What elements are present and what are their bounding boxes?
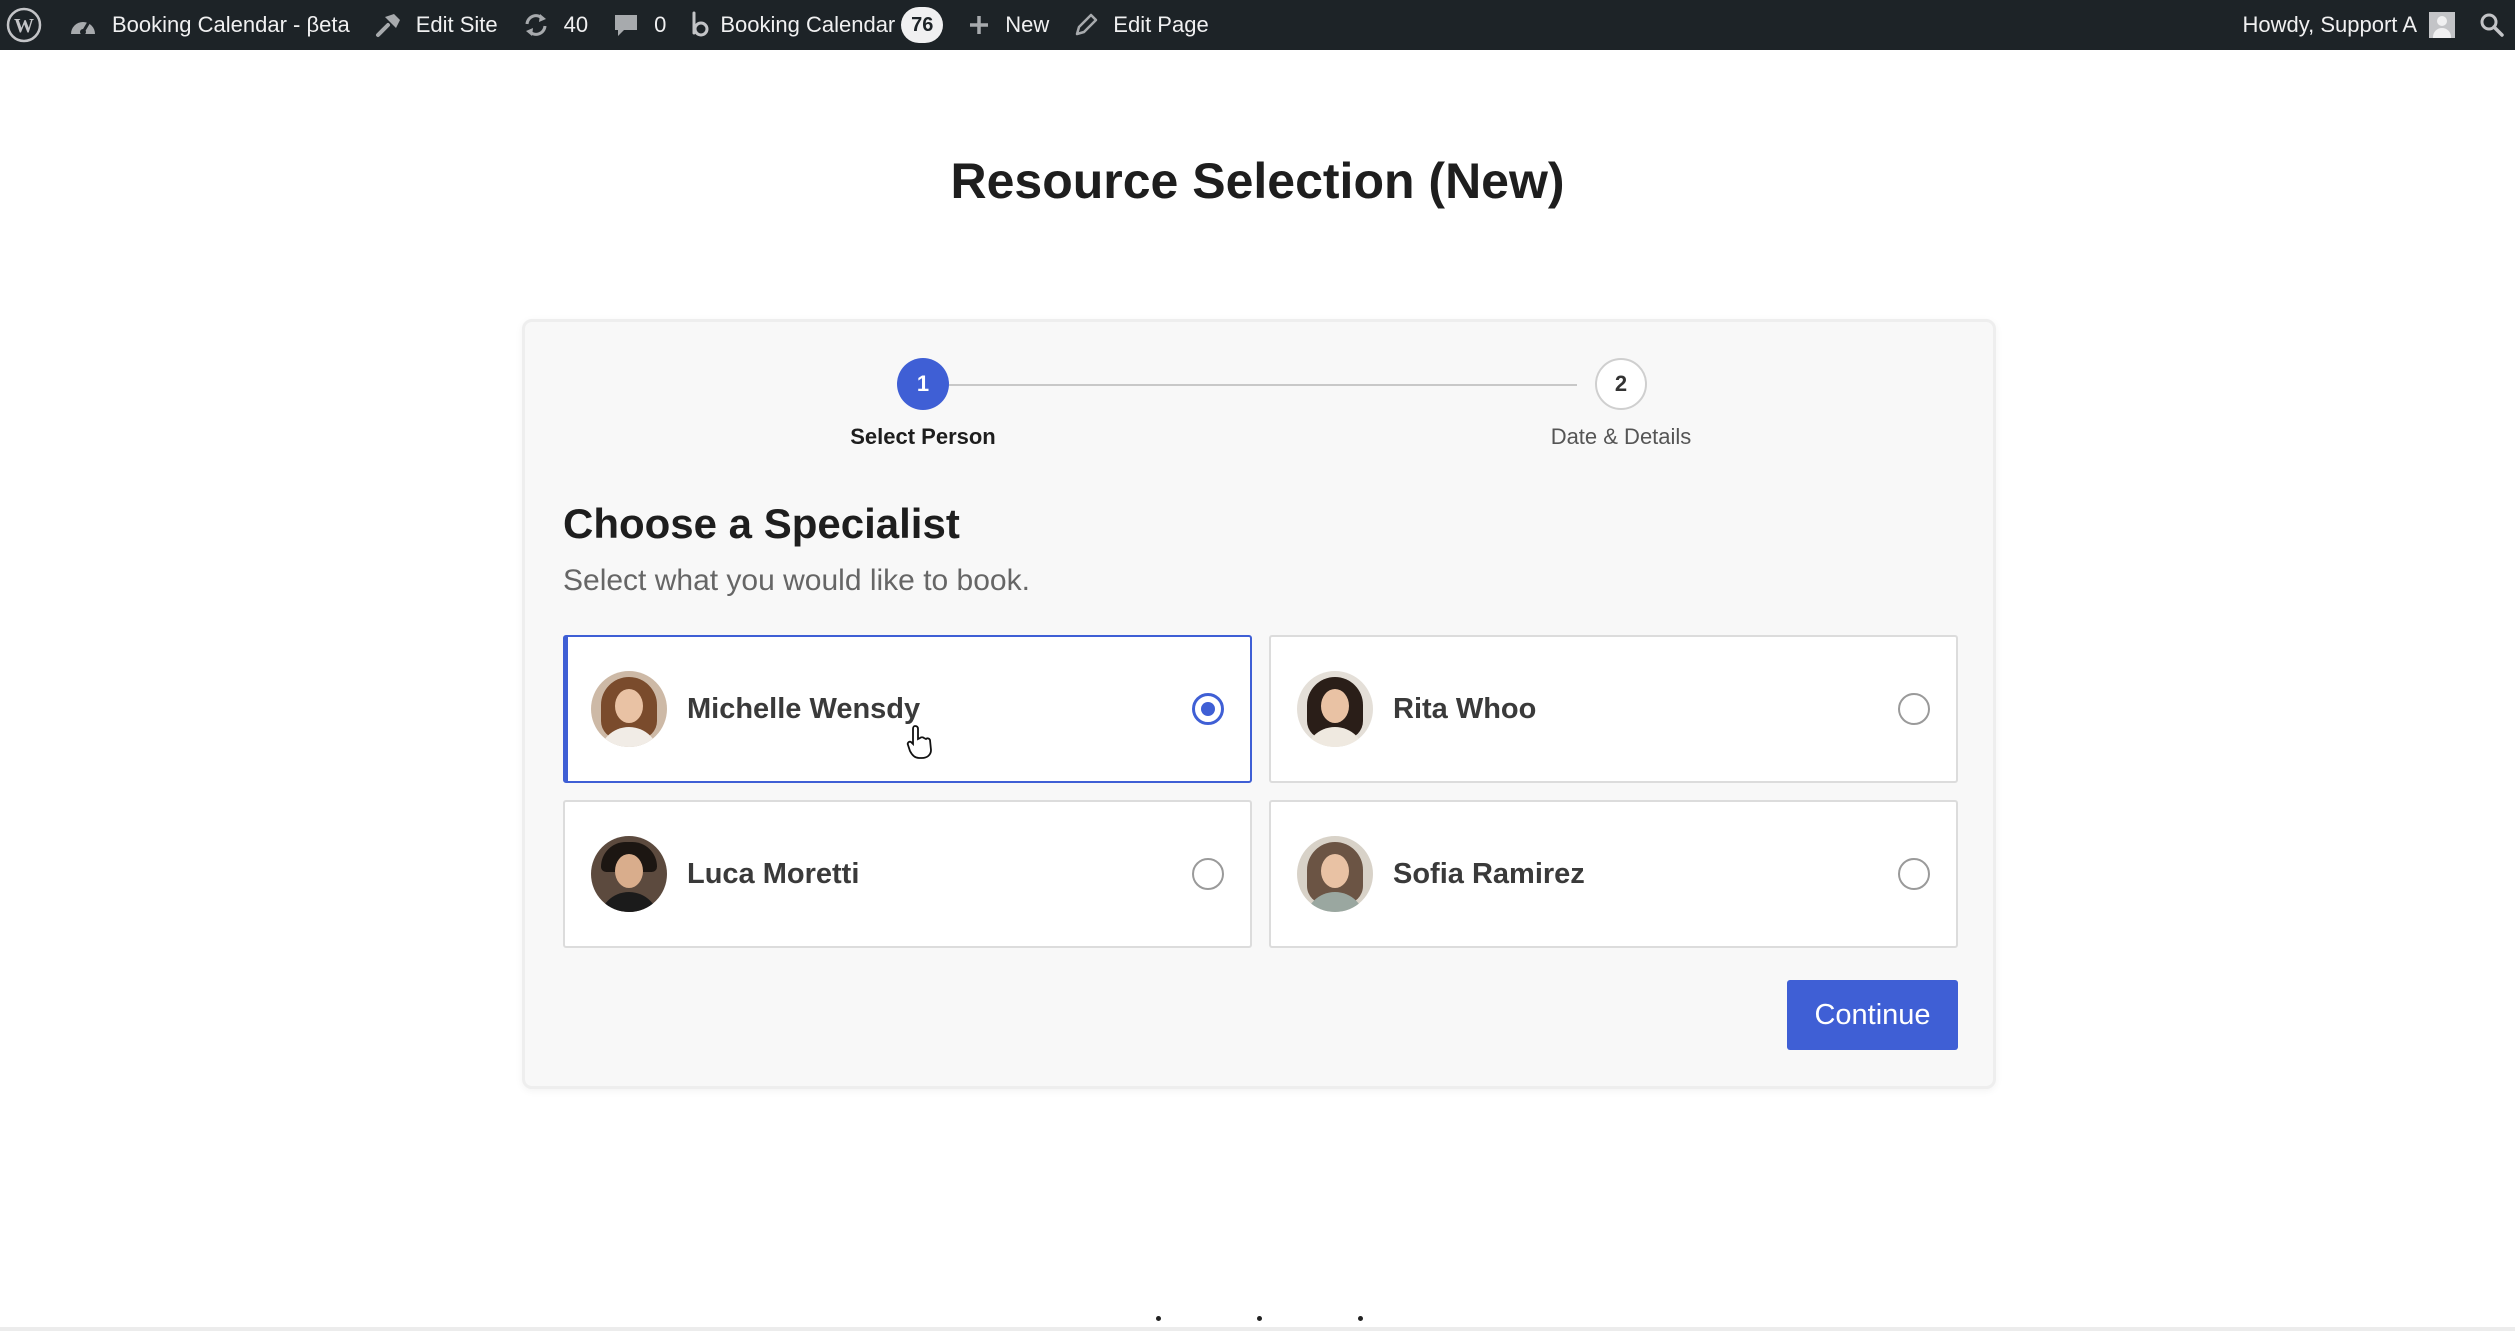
page-bottom-border <box>0 1327 2515 1331</box>
comments-icon <box>615 15 638 36</box>
specialist-radio[interactable] <box>1192 693 1224 725</box>
loading-dots <box>0 1316 2515 1322</box>
specialist-radio[interactable] <box>1192 858 1224 890</box>
specialist-avatar <box>1297 671 1373 747</box>
specialist-option-sofia-ramirez[interactable]: Sofia Ramirez <box>1269 800 1958 948</box>
section-heading: Choose a Specialist <box>563 500 960 547</box>
comments-link[interactable]: 0 <box>600 0 678 50</box>
new-label: New <box>1005 12 1050 37</box>
dashboard-icon <box>71 21 95 35</box>
specialist-option-luca-moretti[interactable]: Luca Moretti <box>563 800 1252 948</box>
step-date-details[interactable]: 2 Date & Details <box>1421 358 1821 450</box>
booking-calendar-icon <box>692 11 709 37</box>
hand-cursor-icon <box>906 725 932 759</box>
specialist-option-michelle-wensdy[interactable]: Michelle Wensdy <box>563 635 1252 783</box>
admin-bar-search[interactable] <box>2467 0 2515 50</box>
site-name-label: Booking Calendar - βeta <box>112 12 350 37</box>
account-menu[interactable]: Howdy, Support A <box>2231 0 2467 50</box>
edit-site-label: Edit Site <box>415 12 498 37</box>
specialist-name: Michelle Wensdy <box>687 692 921 725</box>
admin-bar: W Booking Calendar - βeta Edit Site 40 0… <box>0 0 2515 50</box>
user-avatar <box>2429 12 2455 38</box>
plus-icon <box>970 16 989 34</box>
updates-count: 40 <box>563 12 589 37</box>
edit-page-label: Edit Page <box>1113 12 1209 37</box>
updates-icon <box>525 14 547 36</box>
edit-site-link[interactable]: Edit Site <box>362 0 510 50</box>
wordpress-logo-menu[interactable]: W <box>0 0 56 50</box>
site-name-menu[interactable]: Booking Calendar - βeta <box>56 0 362 50</box>
specialist-avatar <box>1297 836 1373 912</box>
howdy-label: Howdy, Support A <box>2242 12 2417 37</box>
step-label: Select Person <box>850 424 996 449</box>
page-title: Resource Selection (New) <box>950 153 1565 209</box>
edit-page-link[interactable]: Edit Page <box>1061 0 1220 50</box>
specialist-name: Sofia Ramirez <box>1393 857 1585 890</box>
comments-count: 0 <box>654 12 667 37</box>
wordpress-icon: W <box>6 7 42 43</box>
booking-calendar-label: Booking Calendar <box>720 12 896 37</box>
booking-form-card: 1 Select Person 2 Date & Details Choose … <box>522 319 1996 1089</box>
booking-calendar-menu[interactable]: Booking Calendar 76 <box>678 0 955 50</box>
step-label: Date & Details <box>1550 424 1692 449</box>
specialist-name: Rita Whoo <box>1393 692 1537 725</box>
booking-calendar-badge: 76 <box>901 7 944 43</box>
step-select-person[interactable]: 1 Select Person <box>723 358 1123 450</box>
updates-link[interactable]: 40 <box>510 0 600 50</box>
specialist-option-rita-whoo[interactable]: Rita Whoo <box>1269 635 1958 783</box>
specialist-avatar <box>591 671 667 747</box>
new-content-menu[interactable]: New <box>955 0 1061 50</box>
specialist-avatar <box>591 836 667 912</box>
svg-text:W: W <box>14 15 34 37</box>
specialist-radio[interactable] <box>1898 693 1930 725</box>
specialist-name: Luca Moretti <box>687 857 860 890</box>
continue-button[interactable]: Continue <box>1787 980 1958 1050</box>
search-icon <box>2480 13 2504 37</box>
specialist-radio[interactable] <box>1898 858 1930 890</box>
section-subheading: Select what you would like to book. <box>563 564 1030 597</box>
step-number: 2 <box>1595 358 1647 410</box>
pencil-icon <box>1076 13 1098 36</box>
edit-site-icon <box>375 14 400 37</box>
step-number: 1 <box>897 358 949 410</box>
